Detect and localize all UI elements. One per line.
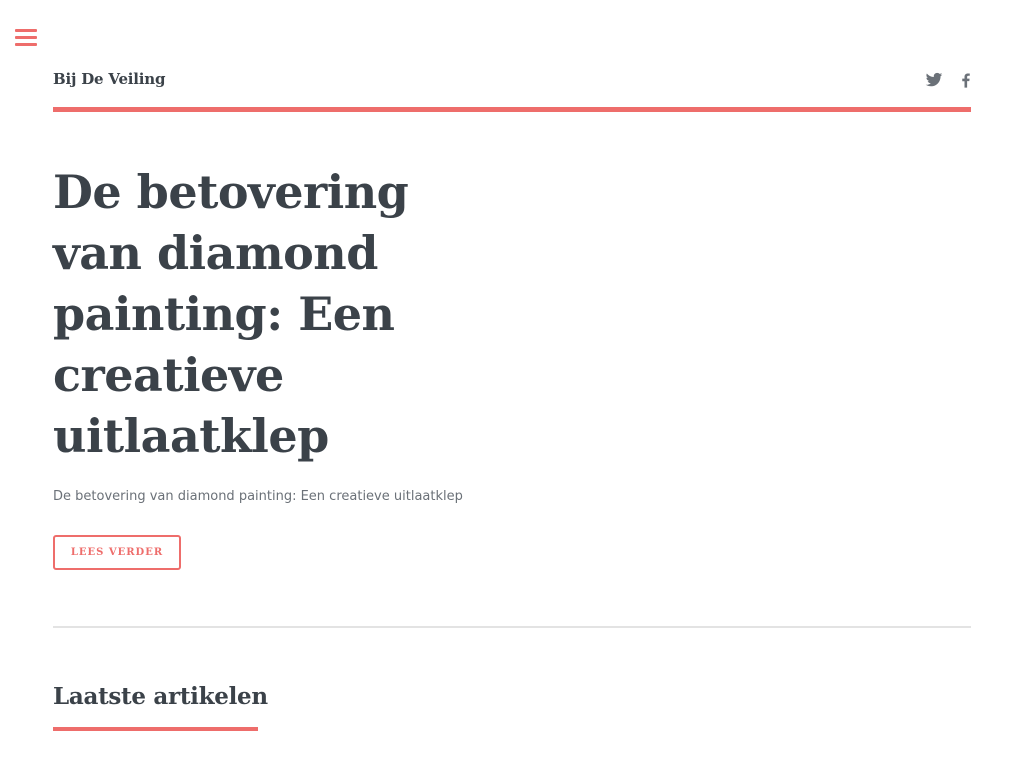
twitter-icon-glyph	[925, 72, 943, 87]
facebook-icon-glyph	[962, 73, 970, 88]
site-title[interactable]: Bij De Veiling	[53, 70, 165, 88]
latest-articles-heading: Laatste artikelen	[53, 683, 268, 710]
featured-article-excerpt: De betovering van diamond painting: Een …	[53, 489, 463, 504]
facebook-icon[interactable]	[957, 71, 975, 89]
menu-bar-bottom	[15, 43, 37, 46]
hamburger-menu-icon[interactable]	[15, 29, 37, 47]
read-more-button[interactable]: LEES VERDER	[53, 535, 181, 570]
latest-articles-underline	[53, 727, 258, 731]
header-accent-rule	[53, 107, 971, 112]
twitter-icon[interactable]	[925, 71, 943, 89]
section-divider	[53, 626, 971, 628]
menu-bar-middle	[15, 36, 37, 39]
featured-article-title[interactable]: De betovering van diamond painting: Een …	[53, 162, 493, 467]
menu-bar-top	[15, 29, 37, 32]
